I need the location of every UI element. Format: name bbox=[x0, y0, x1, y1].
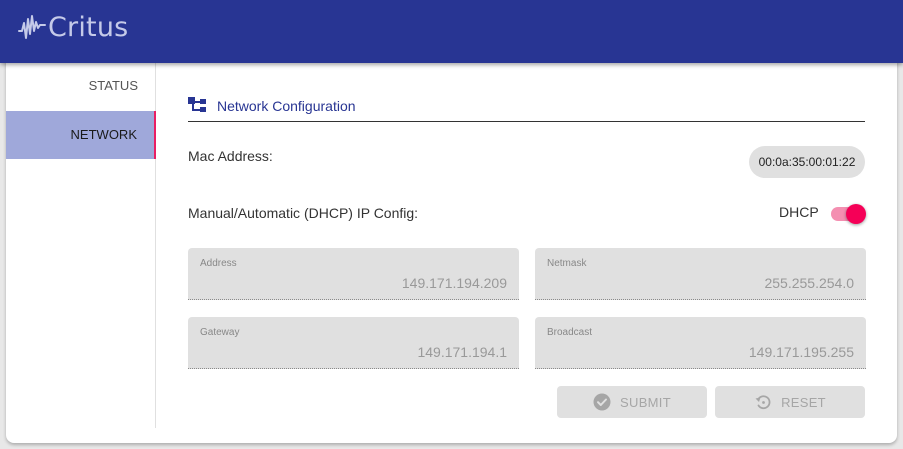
network-config-panel: Network Configuration Mac Address: 00:0a… bbox=[188, 56, 867, 436]
sidebar-item-network[interactable]: NETWORK bbox=[6, 111, 156, 159]
broadcast-field[interactable]: Broadcast 149.171.195.255 bbox=[535, 317, 866, 369]
gateway-field-label: Gateway bbox=[200, 327, 240, 338]
mac-address-chip: 00:0a:35:00:01:22 bbox=[749, 146, 865, 178]
main-card: STATUS NETWORK Network Configuration Mac… bbox=[6, 56, 897, 443]
broadcast-field-label: Broadcast bbox=[547, 327, 593, 338]
address-field-label: Address bbox=[200, 258, 237, 269]
section-header: Network Configuration bbox=[188, 96, 865, 122]
broadcast-field-value: 149.171.195.255 bbox=[748, 344, 854, 360]
network-icon bbox=[188, 97, 206, 112]
app-title: Critus bbox=[48, 11, 129, 43]
netmask-field-label: Netmask bbox=[547, 258, 587, 269]
app-bar: Critus bbox=[0, 0, 903, 63]
gateway-field[interactable]: Gateway 149.171.194.1 bbox=[188, 317, 519, 369]
dhcp-switch-label: DHCP bbox=[779, 204, 819, 220]
section-title: Network Configuration bbox=[217, 98, 356, 114]
sidebar-item-status[interactable]: STATUS bbox=[6, 63, 155, 109]
address-field-value: 149.171.194.209 bbox=[401, 275, 507, 291]
netmask-field-value: 255.255.254.0 bbox=[764, 275, 854, 291]
dhcp-toggle[interactable] bbox=[829, 203, 867, 224]
sidebar: STATUS NETWORK bbox=[6, 63, 156, 428]
mac-address-label: Mac Address: bbox=[188, 148, 273, 164]
app-logo[interactable]: Critus bbox=[18, 10, 128, 44]
ip-config-label: Manual/Automatic (DHCP) IP Config: bbox=[188, 205, 419, 221]
sidebar-item-label: STATUS bbox=[88, 78, 138, 93]
waveform-logo-icon bbox=[18, 15, 46, 39]
reset-button-label: RESET bbox=[781, 394, 826, 410]
toggle-thumb bbox=[846, 204, 866, 224]
restore-icon bbox=[755, 395, 771, 410]
sidebar-item-label: NETWORK bbox=[70, 127, 137, 142]
reset-button[interactable]: RESET bbox=[715, 386, 865, 418]
check-circle-icon bbox=[593, 393, 611, 411]
address-field[interactable]: Address 149.171.194.209 bbox=[188, 248, 519, 300]
gateway-field-value: 149.171.194.1 bbox=[417, 344, 507, 360]
submit-button[interactable]: SUBMIT bbox=[557, 386, 707, 418]
netmask-field[interactable]: Netmask 255.255.254.0 bbox=[535, 248, 866, 300]
submit-button-label: SUBMIT bbox=[620, 394, 671, 410]
